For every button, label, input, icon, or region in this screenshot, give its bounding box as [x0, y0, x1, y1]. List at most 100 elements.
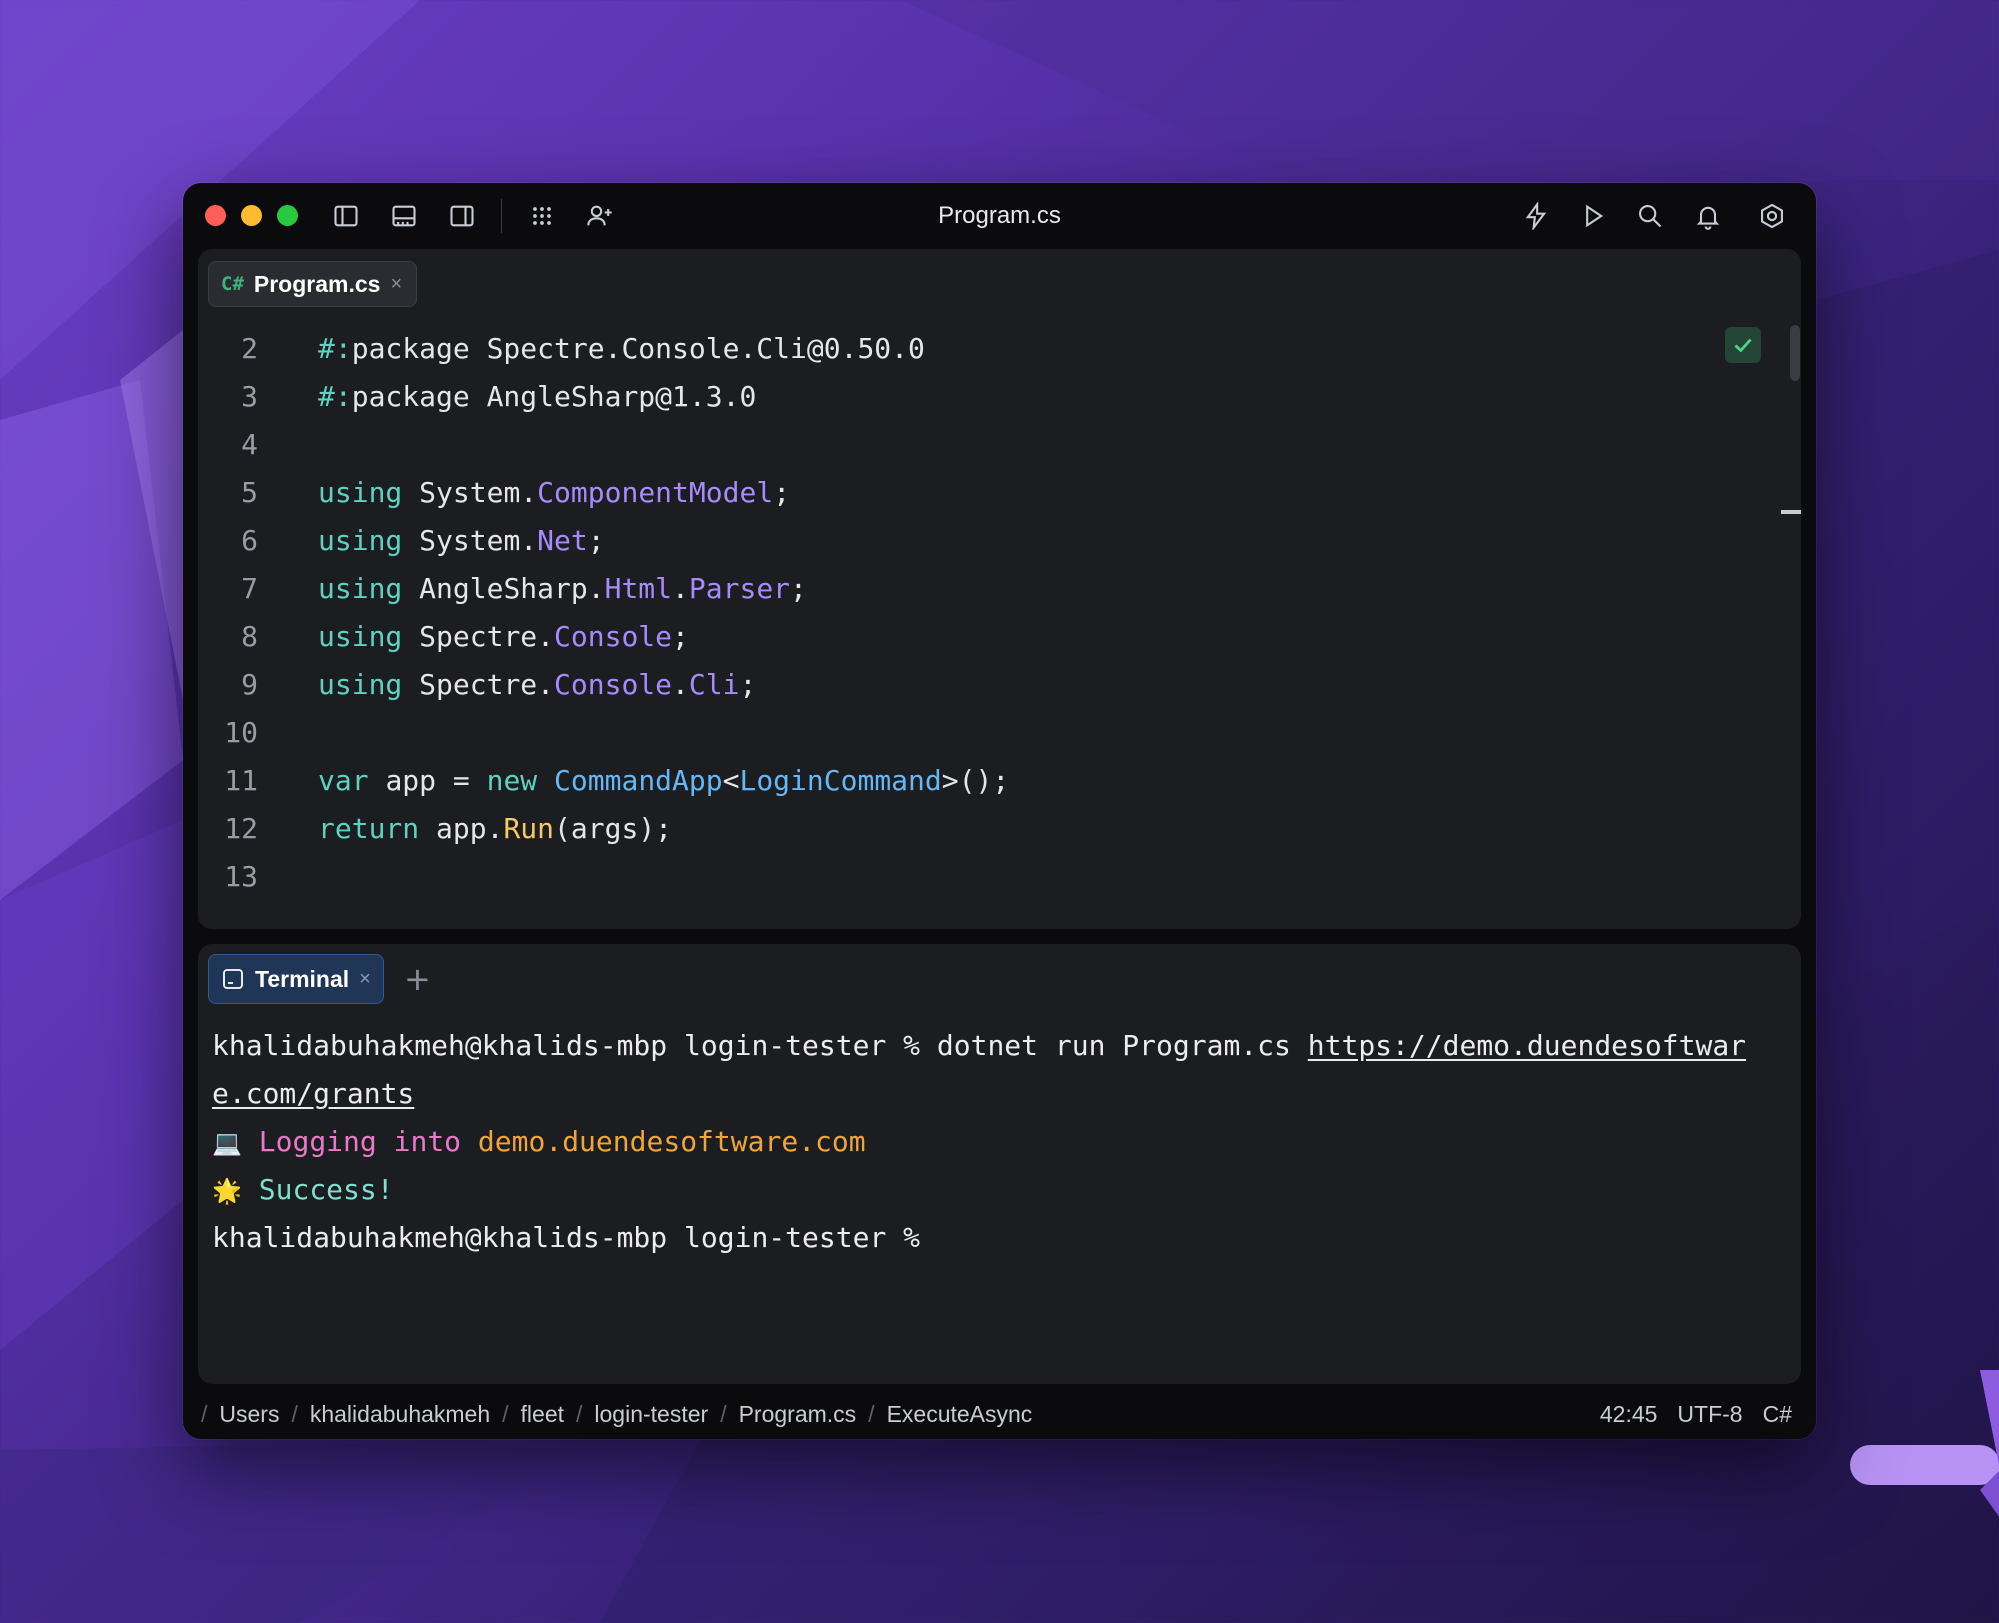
- code-line[interactable]: 8 using Spectre.Console;: [198, 613, 1801, 661]
- terminal-prompt: khalidabuhakmeh@khalids-mbp login-tester…: [212, 1029, 937, 1062]
- status-info: 42:45 UTF-8 C#: [1600, 1401, 1792, 1428]
- code-token: app.: [436, 812, 504, 845]
- lightning-icon[interactable]: [1521, 201, 1551, 231]
- code-text: using Spectre.Console;: [318, 613, 689, 661]
- code-line[interactable]: 6 using System.Net;: [198, 517, 1801, 565]
- code-token: ComponentModel: [537, 476, 774, 509]
- code-text: #:package Spectre.Console.Cli@0.50.0: [318, 325, 925, 373]
- breadcrumb-item[interactable]: Users: [219, 1401, 279, 1428]
- code-line[interactable]: 9 using Spectre.Console.Cli;: [198, 661, 1801, 709]
- close-tab-icon[interactable]: ×: [359, 968, 371, 991]
- terminal-line[interactable]: khalidabuhakmeh@khalids-mbp login-tester…: [212, 1214, 920, 1262]
- code-text: #:package AngleSharp@1.3.0: [318, 373, 756, 421]
- line-number: 3: [241, 380, 258, 413]
- line-number: 4: [241, 428, 258, 461]
- breadcrumb-separator: /: [576, 1401, 583, 1427]
- terminal-url-link[interactable]: https://demo.duendesoftwar: [1308, 1029, 1746, 1062]
- code-token: new: [486, 764, 555, 797]
- close-tab-icon[interactable]: ×: [390, 273, 402, 296]
- line-number: 9: [241, 668, 258, 701]
- notifications-bell-icon[interactable]: [1693, 201, 1723, 231]
- terminal-line: e.com/grants: [212, 1070, 414, 1118]
- code-line[interactable]: 3 #:package AngleSharp@1.3.0: [198, 373, 1801, 421]
- log-text: Logging into: [258, 1125, 478, 1158]
- code-text: return app.Run(args);: [318, 805, 672, 853]
- code-text: using AngleSharp.Html.Parser;: [318, 565, 807, 613]
- window-title: Program.cs: [938, 202, 1061, 229]
- terminal-icon: [223, 969, 243, 989]
- code-line[interactable]: 4: [198, 421, 1801, 469]
- code-token: ;: [672, 620, 689, 653]
- breadcrumb-item[interactable]: ExecuteAsync: [887, 1401, 1033, 1428]
- run-icon[interactable]: [1578, 201, 1608, 231]
- new-terminal-button[interactable]: +: [404, 960, 431, 998]
- line-number: 6: [241, 524, 258, 557]
- title-bar: Program.cs: [183, 183, 1816, 249]
- code-token: Html: [604, 572, 673, 605]
- tab-terminal[interactable]: Terminal ×: [208, 954, 384, 1004]
- breadcrumb-item[interactable]: fleet: [521, 1401, 564, 1428]
- code-line[interactable]: 11 var app = new CommandApp<LoginCommand>…: [198, 757, 1801, 805]
- inspection-ok-icon[interactable]: [1725, 327, 1761, 363]
- tab-label: Program.cs: [253, 270, 381, 297]
- editor-scrollbar-thumb[interactable]: [1790, 325, 1800, 381]
- code-line[interactable]: 10: [198, 709, 1801, 757]
- file-language[interactable]: C#: [1763, 1401, 1792, 1428]
- terminal-panel: Terminal × + khalidabuhakmeh@khalids-mbp…: [198, 944, 1801, 1384]
- code-line[interactable]: 12 return app.Run(args);: [198, 805, 1801, 853]
- code-line[interactable]: 2 #:package Spectre.Console.Cli@0.50.0: [198, 325, 1801, 373]
- line-number: 7: [241, 572, 258, 605]
- terminal-url-link[interactable]: e.com/grants: [212, 1077, 414, 1110]
- code-token: ;: [790, 572, 807, 605]
- tab-label: Terminal: [255, 965, 350, 992]
- line-number: 10: [224, 716, 258, 749]
- code-token: AngleSharp.: [419, 572, 605, 605]
- code-token: package Spectre.Console.Cli@0.50.0: [351, 332, 925, 365]
- star-emoji-icon: 🌟: [212, 1177, 242, 1205]
- success-text: Success!: [258, 1173, 394, 1206]
- code-line[interactable]: 5 using System.ComponentModel;: [198, 469, 1801, 517]
- code-token: Run: [503, 812, 555, 845]
- code-text: var app = new CommandApp<LoginCommand>()…: [318, 757, 1009, 805]
- line-number: 8: [241, 620, 258, 653]
- ide-window: Program.cs C# Program.cs × 2 #:package Sp…: [183, 183, 1816, 1439]
- code-token: ;: [739, 668, 757, 701]
- code-text: using Spectre.Console.Cli;: [318, 661, 756, 709]
- cursor-position[interactable]: 42:45: [1600, 1401, 1658, 1428]
- breadcrumb-item[interactable]: login-tester: [594, 1401, 708, 1428]
- breadcrumb-separator: /: [201, 1401, 208, 1427]
- breadcrumb: / Users / khalidabuhakmeh / fleet / login-teste…: [201, 1401, 1032, 1428]
- breadcrumb-item[interactable]: khalidabuhakmeh: [310, 1401, 490, 1428]
- code-token: Parser: [688, 572, 791, 605]
- code-token: package AngleSharp@1.3.0: [351, 380, 757, 413]
- breadcrumb-item[interactable]: Program.cs: [739, 1401, 857, 1428]
- code-token: using: [318, 476, 420, 509]
- code-token: Console: [554, 668, 673, 701]
- breadcrumb-separator: /: [868, 1401, 875, 1427]
- code-line[interactable]: 13: [198, 853, 1801, 901]
- settings-gear-icon[interactable]: [1757, 201, 1787, 231]
- file-encoding[interactable]: UTF-8: [1677, 1401, 1742, 1428]
- code-token: ;: [587, 524, 605, 557]
- code-token: ;: [773, 476, 791, 509]
- code-token: System.: [419, 476, 538, 509]
- csharp-file-icon: C#: [221, 273, 244, 295]
- terminal-line: 💻 Logging into demo.duendesoftware.com: [212, 1118, 866, 1167]
- code-token: using: [318, 524, 420, 557]
- code-editor-panel: C# Program.cs × 2 #:package Spectre.Conso…: [198, 249, 1801, 929]
- tab-program-cs[interactable]: C# Program.cs ×: [208, 261, 418, 307]
- search-icon[interactable]: [1635, 201, 1665, 231]
- scrollbar-marker: [1781, 510, 1801, 514]
- code-line[interactable]: 7 using AngleSharp.Html.Parser;: [198, 565, 1801, 613]
- code-token: return: [318, 812, 437, 845]
- code-token: >();: [941, 764, 1010, 797]
- breadcrumb-separator: /: [720, 1401, 727, 1427]
- code-text: using System.Net;: [318, 517, 605, 565]
- code-token: LoginCommand: [739, 764, 942, 797]
- terminal-line: khalidabuhakmeh@khalids-mbp login-tester…: [212, 1022, 1746, 1070]
- editor-bottom-edge: [198, 913, 1801, 929]
- code-text: using System.ComponentModel;: [318, 469, 790, 517]
- code-token: #:: [318, 332, 352, 365]
- line-number: 11: [224, 764, 258, 797]
- status-bar: / Users / khalidabuhakmeh / fleet / login-teste…: [183, 1389, 1816, 1439]
